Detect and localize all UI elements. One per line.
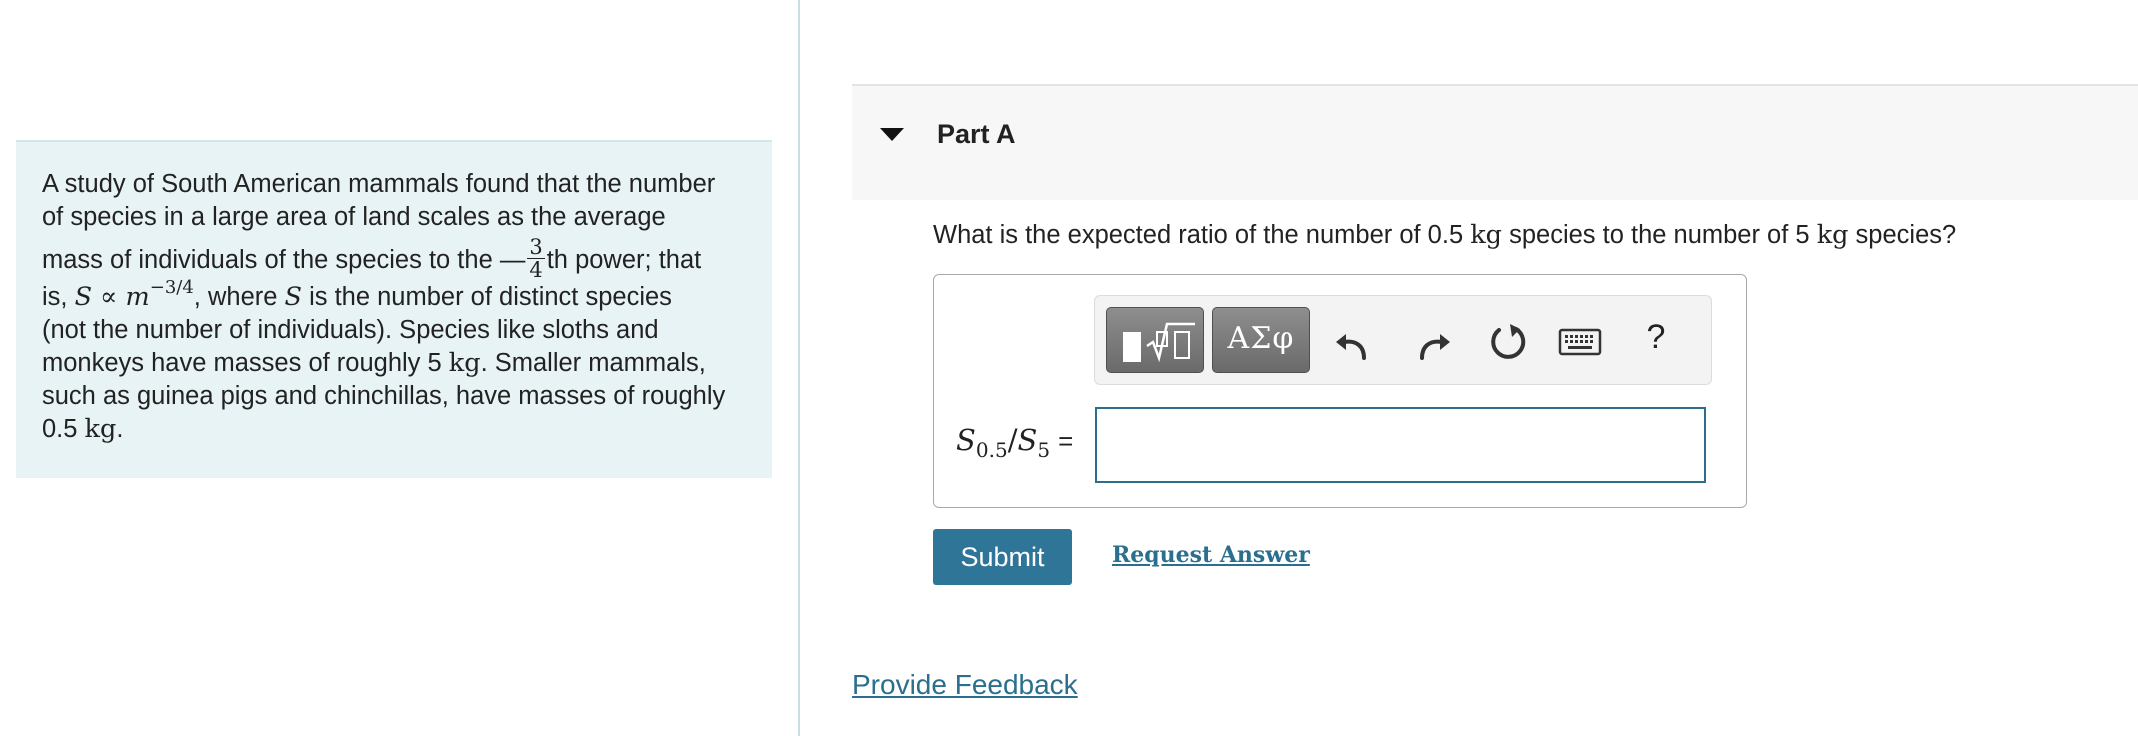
answer-label-s: S [956, 423, 976, 457]
variable-s: S [74, 282, 93, 312]
negative-sign: — [499, 246, 526, 275]
proportional-symbol: ∝ [92, 282, 126, 312]
radical-template-icon [1146, 322, 1195, 363]
answer-label-slash: / [1007, 423, 1018, 457]
problem-line-2: of species in a large area of land scale… [42, 203, 666, 231]
templates-button[interactable] [1106, 307, 1204, 373]
question-unit-kg: kg [1470, 220, 1502, 250]
answer-input[interactable] [1095, 407, 1706, 483]
answer-label-sub-1: 0.5 [975, 437, 1008, 462]
unit-kg: kg [448, 348, 481, 378]
undo-icon[interactable] [1332, 320, 1376, 364]
question-text: What is the expected ratio of the number… [933, 220, 1956, 250]
problem-line-7: such as guinea pigs and chinchillas, hav… [42, 382, 726, 410]
variable-m: m [125, 282, 150, 312]
answer-label-sub-2: 5 [1037, 437, 1051, 462]
variable-s-2: S [284, 282, 302, 312]
question-middle: species to the number of 5 [1502, 221, 1817, 249]
problem-line-4-middle: , where [193, 283, 285, 311]
problem-line-8-start: 0.5 [42, 415, 85, 443]
question-end: species? [1848, 221, 1957, 249]
problem-line-4-end: is the number of distinct species [302, 283, 672, 311]
submit-button[interactable]: Submit [933, 529, 1072, 585]
unit-kg-2: kg [84, 414, 117, 444]
greek-symbols-button[interactable]: ΑΣφ [1212, 307, 1310, 373]
mass-exponent: −3/4 [149, 277, 194, 298]
template-block-icon [1123, 332, 1141, 362]
answer-label-s-2: S [1017, 423, 1038, 457]
math-toolbar: ΑΣφ ? [1094, 295, 1712, 385]
problem-line-3-end: th power; that [546, 246, 702, 275]
problem-line-6-end: . Smaller mammals, [480, 349, 706, 377]
problem-line-8-end: . [116, 415, 124, 443]
problem-line-1: A study of South American mammals found … [42, 170, 716, 198]
request-answer-link[interactable]: Request Answer [1112, 542, 1310, 568]
problem-line-5: (not the number of individuals). Species… [42, 316, 659, 344]
question-unit-kg-2: kg [1816, 220, 1849, 250]
question-start: What is the expected ratio of the number… [933, 221, 1471, 249]
provide-feedback-link[interactable]: Provide Feedback [852, 669, 1078, 701]
answer-label: S0.5/S5 = [956, 423, 1073, 462]
fraction-numerator: 3 [527, 235, 545, 259]
problem-line-3-start: mass of individuals of the species to th… [42, 246, 500, 275]
redo-icon[interactable] [1410, 320, 1454, 364]
part-title: Part A [937, 119, 1016, 149]
help-button[interactable]: ? [1641, 318, 1671, 362]
part-a-header[interactable]: Part A [852, 84, 2138, 200]
answer-label-equals: = [1058, 426, 1074, 456]
problem-line-4-start: is, [42, 283, 75, 311]
exponent-fraction: 34 [527, 235, 545, 282]
reset-icon[interactable] [1486, 320, 1530, 364]
fraction-denominator: 4 [529, 258, 543, 282]
collapse-caret-icon[interactable] [880, 128, 904, 141]
panel-divider [798, 0, 800, 736]
problem-statement: A study of South American mammals found … [16, 140, 772, 478]
keyboard-icon[interactable] [1558, 326, 1602, 358]
answer-box: ΑΣφ ? S0.5/S5 = [933, 274, 1747, 508]
problem-line-6-start: monkeys have masses of roughly 5 [42, 349, 449, 377]
